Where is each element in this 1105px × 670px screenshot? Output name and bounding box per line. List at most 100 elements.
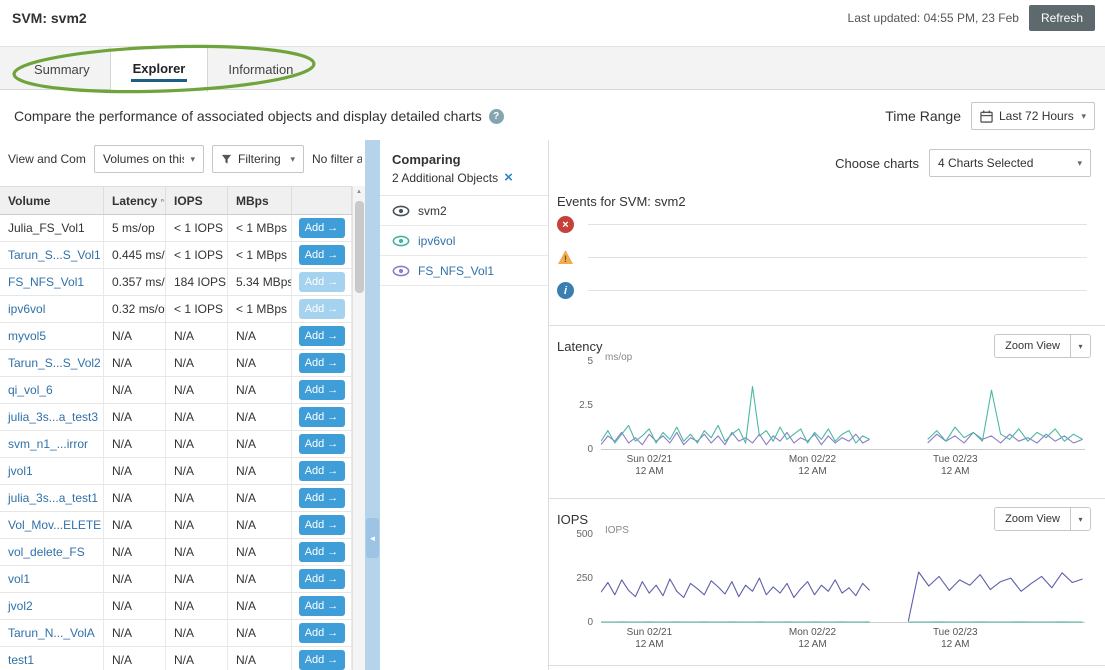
view-selector-dropdown[interactable]: Volumes on this ▾	[94, 145, 204, 173]
add-button[interactable]: Add→	[299, 515, 345, 535]
event-timeline	[588, 290, 1087, 291]
scrollbar-up-arrow-icon[interactable]: ▲	[353, 186, 365, 199]
volume-name-link[interactable]: ipv6vol	[0, 296, 104, 322]
sort-descending-icon[interactable]	[161, 195, 165, 206]
clear-comparing-icon[interactable]: ×	[504, 170, 513, 185]
x-axis-time: 12 AM	[771, 639, 855, 651]
column-header-label: Volume	[8, 194, 50, 208]
add-button[interactable]: Add→	[299, 218, 345, 238]
add-button[interactable]: Add→	[299, 569, 345, 589]
volume-name-link[interactable]: jvol1	[0, 458, 104, 484]
add-button[interactable]: Add→	[299, 488, 345, 508]
mbps-cell: N/A	[228, 323, 292, 349]
warning-icon[interactable]: !	[557, 249, 574, 266]
add-cell: Add→	[292, 377, 352, 403]
volume-name-link[interactable]: Tarun_N..._VolA	[0, 620, 104, 646]
column-header-mbps[interactable]: MBps	[228, 187, 292, 214]
error-icon[interactable]: ×	[557, 216, 574, 233]
table-row: jvol1N/AN/AN/AAdd→	[0, 458, 352, 485]
refresh-button[interactable]: Refresh	[1029, 5, 1095, 31]
comparing-item[interactable]: svm2	[380, 196, 548, 226]
add-button[interactable]: Add→	[299, 326, 345, 346]
comparing-item-name[interactable]: FS_NFS_Vol1	[418, 264, 494, 278]
app-root: SVM: svm2 Last updated: 04:55 PM, 23 Feb…	[0, 0, 1105, 670]
tab-label: Information	[228, 62, 293, 77]
zoom-view-button[interactable]: Zoom View	[995, 335, 1070, 357]
add-button-label: Add	[305, 357, 325, 369]
x-axis-date: Tue 02/23	[913, 627, 997, 639]
volume-name-link[interactable]: Vol_Mov...ELETE	[0, 512, 104, 538]
add-button-label: Add	[305, 438, 325, 450]
volume-name-link[interactable]: svm_n1_...irror	[0, 431, 104, 457]
volume-name-link[interactable]: qi_vol_6	[0, 377, 104, 403]
volume-name-link[interactable]: Tarun_S...S_Vol1	[0, 242, 104, 268]
add-button-label: Add	[305, 465, 325, 477]
add-button[interactable]: Add→	[299, 542, 345, 562]
volume-name-link[interactable]: Julia_FS_Vol1	[0, 215, 104, 241]
last-updated-text: Last updated: 04:55 PM, 23 Feb	[848, 11, 1019, 25]
add-button[interactable]: Add→	[299, 407, 345, 427]
add-button[interactable]: Add→	[299, 650, 345, 670]
add-button-label: Add	[305, 492, 325, 504]
table-scrollbar[interactable]: ▲	[352, 186, 365, 670]
chart-section-next	[549, 665, 1105, 670]
volume-name-link[interactable]: julia_3s...a_test1	[0, 485, 104, 511]
latency-cell: N/A	[104, 431, 166, 457]
volume-name-link[interactable]: vol1	[0, 566, 104, 592]
help-icon[interactable]: ?	[489, 109, 504, 124]
comparing-item[interactable]: FS_NFS_Vol1	[380, 256, 548, 286]
volume-name-link[interactable]: vol_delete_FS	[0, 539, 104, 565]
volume-name-link[interactable]: Tarun_S...S_Vol2	[0, 350, 104, 376]
add-cell: Add→	[292, 566, 352, 592]
latency-cell: 0.357 ms/op	[104, 269, 166, 295]
volume-name-link[interactable]: myvol5	[0, 323, 104, 349]
add-button[interactable]: Add→	[299, 353, 345, 373]
column-header-latency[interactable]: Latency	[104, 187, 166, 214]
add-arrow-icon: →	[327, 438, 338, 450]
mbps-cell: N/A	[228, 539, 292, 565]
comparing-list: svm2 ipv6vol FS_NFS_Vol1	[380, 195, 548, 286]
table-row: svm_n1_...irrorN/AN/AN/AAdd→	[0, 431, 352, 458]
tab-summary[interactable]: Summary	[14, 47, 110, 91]
chevron-down-icon: ▾	[1081, 111, 1086, 122]
info-icon[interactable]: i	[557, 282, 574, 299]
zoom-view-dropdown[interactable]: ▾	[1070, 335, 1090, 357]
y-tick-label: 0	[549, 444, 593, 455]
add-button[interactable]: Add→	[299, 380, 345, 400]
collapse-panel-handle[interactable]: ◄	[366, 518, 379, 558]
column-header-volume[interactable]: Volume	[0, 187, 104, 214]
volume-name-link[interactable]: julia_3s...a_test3	[0, 404, 104, 430]
volume-name-link[interactable]: jvol2	[0, 593, 104, 619]
event-row-info: i	[557, 282, 1087, 299]
comparing-item[interactable]: ipv6vol	[380, 226, 548, 256]
events-title: Events for SVM: svm2	[557, 194, 686, 209]
latency-cell: 0.445 ms/op	[104, 242, 166, 268]
column-header-iops[interactable]: IOPS	[166, 187, 228, 214]
add-button[interactable]: Add→	[299, 434, 345, 454]
y-tick-label: 250	[549, 573, 593, 584]
add-button[interactable]: Add→	[299, 461, 345, 481]
tab-information[interactable]: Information	[208, 47, 313, 91]
add-button[interactable]: Add→	[299, 245, 345, 265]
series-FS_NFS_Vol1	[908, 572, 1082, 621]
filtering-dropdown[interactable]: Filtering ▾	[212, 145, 304, 173]
choose-charts-dropdown[interactable]: 4 Charts Selected ▾	[929, 149, 1091, 177]
add-button[interactable]: Add→	[299, 596, 345, 616]
zoom-view-dropdown[interactable]: ▾	[1070, 508, 1090, 530]
volume-name-link[interactable]: FS_NFS_Vol1	[0, 269, 104, 295]
add-button[interactable]: Add→	[299, 623, 345, 643]
volume-name-link[interactable]: test1	[0, 647, 104, 670]
comparing-item-name[interactable]: ipv6vol	[418, 234, 455, 248]
eye-icon[interactable]	[392, 235, 410, 247]
eye-icon[interactable]	[392, 265, 410, 277]
add-button: Add→	[299, 272, 345, 292]
tab-explorer[interactable]: Explorer	[110, 47, 209, 92]
eye-icon[interactable]	[392, 205, 410, 217]
add-button-label: Add	[305, 303, 325, 315]
mbps-cell: N/A	[228, 512, 292, 538]
warning-icon[interactable]: !	[557, 249, 574, 265]
time-range-dropdown[interactable]: Last 72 Hours ▾	[971, 102, 1095, 130]
page-title: SVM: svm2	[12, 10, 87, 26]
zoom-view-button[interactable]: Zoom View	[995, 508, 1070, 530]
scrollbar-thumb[interactable]	[355, 201, 364, 293]
